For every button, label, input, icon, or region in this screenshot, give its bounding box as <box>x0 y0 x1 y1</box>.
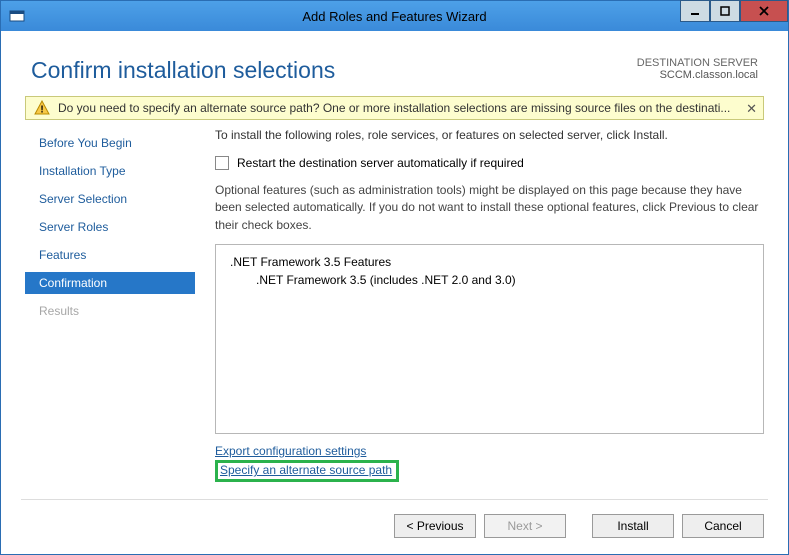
sidebar-item-install-type[interactable]: Installation Type <box>25 160 195 182</box>
optional-features-text: Optional features (such as administratio… <box>215 182 764 234</box>
alert-bar[interactable]: ! Do you need to specify an alternate so… <box>25 96 764 120</box>
warning-icon: ! <box>34 100 50 116</box>
header: Confirm installation selections DESTINAT… <box>1 31 788 96</box>
wizard-window: Add Roles and Features Wizard Confirm in… <box>0 0 789 555</box>
sidebar-item-results: Results <box>25 300 195 322</box>
sidebar-item-server-selection[interactable]: Server Selection <box>25 188 195 210</box>
sidebar-item-server-roles[interactable]: Server Roles <box>25 216 195 238</box>
destination-info: DESTINATION SERVER SCCM.classon.local <box>637 57 758 81</box>
restart-checkbox-row[interactable]: Restart the destination server automatic… <box>215 156 764 170</box>
cancel-button[interactable]: Cancel <box>682 514 764 538</box>
instruction-text: To install the following roles, role ser… <box>215 128 764 142</box>
main-panel: To install the following roles, role ser… <box>195 128 764 491</box>
titlebar[interactable]: Add Roles and Features Wizard <box>1 1 788 31</box>
export-config-link[interactable]: Export configuration settings <box>215 444 366 458</box>
next-button: Next > <box>484 514 566 538</box>
restart-checkbox[interactable] <box>215 156 229 170</box>
features-list[interactable]: .NET Framework 3.5 Features .NET Framewo… <box>215 244 764 434</box>
destination-label: DESTINATION SERVER <box>637 57 758 69</box>
previous-button[interactable]: < Previous <box>394 514 476 538</box>
sidebar-item-features[interactable]: Features <box>25 244 195 266</box>
alert-text: Do you need to specify an alternate sour… <box>58 101 730 115</box>
links-area: Export configuration settings Specify an… <box>215 444 764 482</box>
footer: < Previous Next > Install Cancel <box>1 500 788 554</box>
alert-close-icon[interactable]: ✕ <box>746 101 757 117</box>
close-button[interactable] <box>740 0 788 22</box>
list-item: .NET Framework 3.5 (includes .NET 2.0 an… <box>230 273 749 287</box>
body: Before You Begin Installation Type Serve… <box>1 128 788 491</box>
destination-value: SCCM.classon.local <box>637 69 758 81</box>
minimize-button[interactable] <box>680 0 710 22</box>
install-button[interactable]: Install <box>592 514 674 538</box>
sidebar: Before You Begin Installation Type Serve… <box>25 128 195 491</box>
sidebar-item-before-begin[interactable]: Before You Begin <box>25 132 195 154</box>
app-icon <box>7 6 27 26</box>
window-title: Add Roles and Features Wizard <box>1 9 788 24</box>
specify-alt-source-link[interactable]: Specify an alternate source path <box>220 463 392 477</box>
page-title: Confirm installation selections <box>31 57 335 84</box>
window-controls <box>680 1 788 31</box>
svg-text:!: ! <box>40 105 43 116</box>
list-item: .NET Framework 3.5 Features <box>230 255 749 269</box>
highlight-box: Specify an alternate source path <box>215 460 399 482</box>
restart-checkbox-label: Restart the destination server automatic… <box>237 156 524 170</box>
sidebar-item-confirmation[interactable]: Confirmation <box>25 272 195 294</box>
maximize-button[interactable] <box>710 0 740 22</box>
